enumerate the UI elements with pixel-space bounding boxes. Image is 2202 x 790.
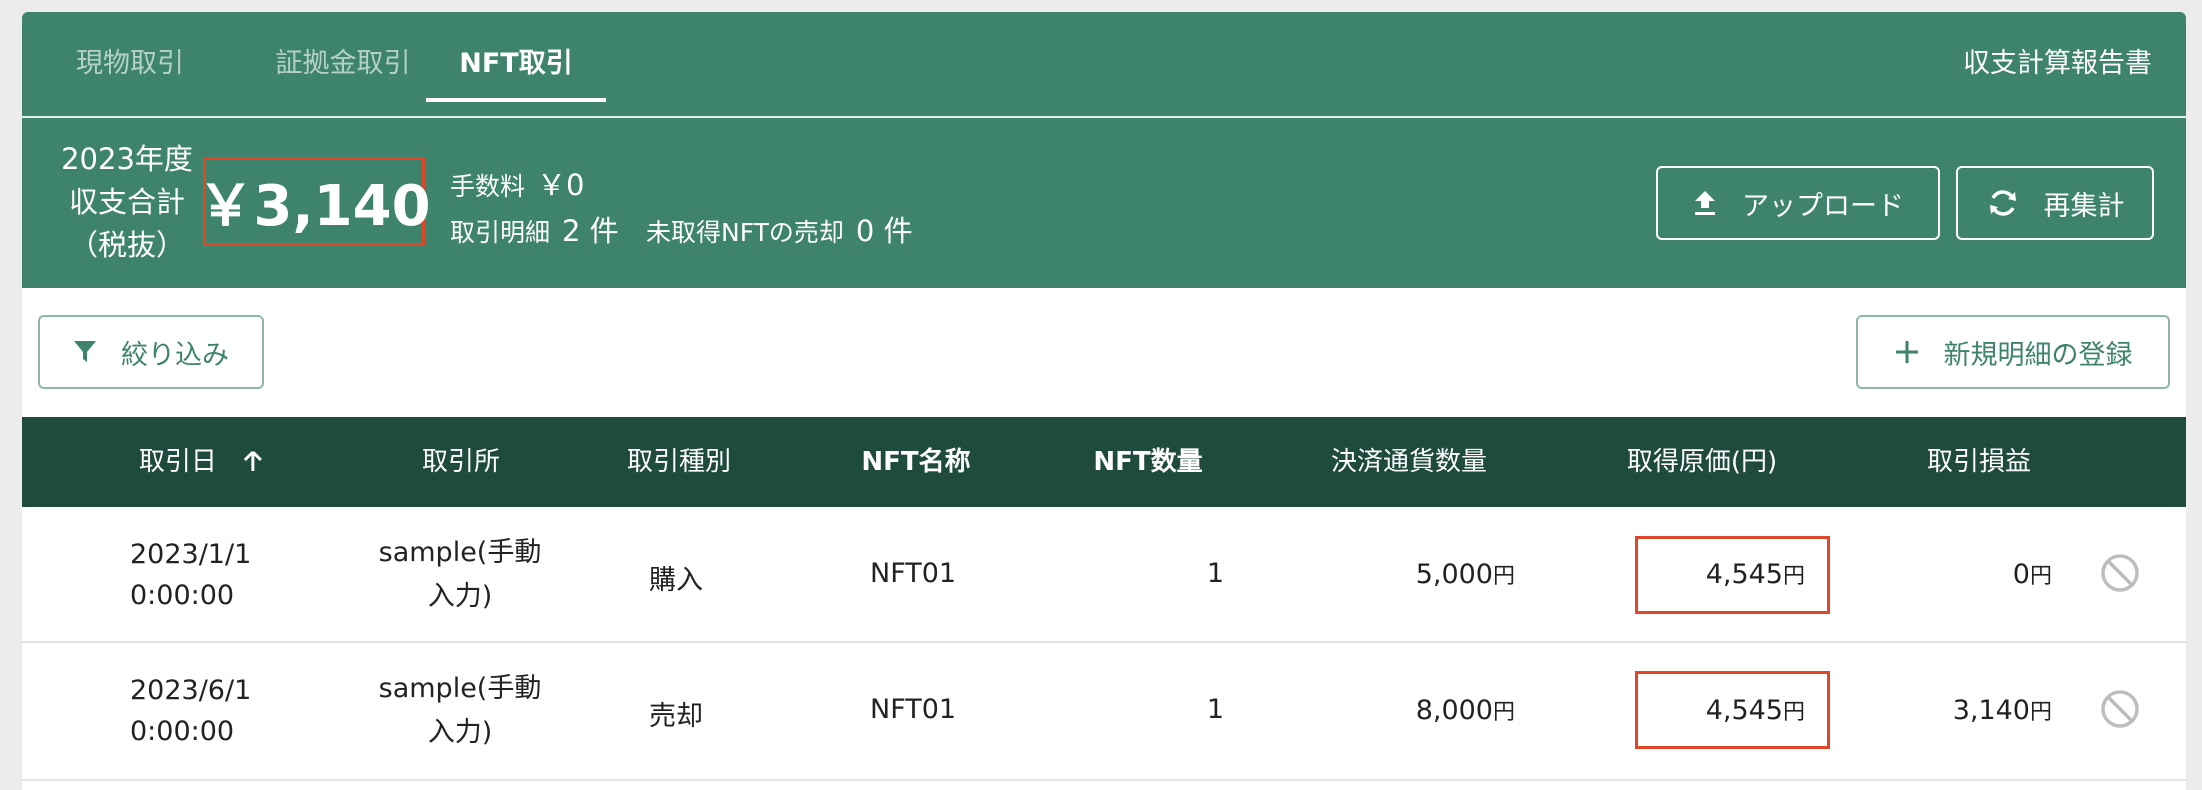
- table-header: 取引日 取引所 取引種別 NFT名称 NFT数量 決済通貨数量 取得原価(円) …: [22, 417, 2186, 507]
- column-header-settlement: 決済通貨数量: [1330, 447, 1488, 477]
- table-row[interactable]: 2023/6/1 0:00:00 sample(手動 入力) 売却 NFT01 …: [22, 645, 2186, 781]
- type-cell: 購入: [649, 565, 703, 596]
- exchange-line: sample(手動: [378, 537, 542, 568]
- unacquired-value: 0 件: [855, 214, 913, 248]
- date-cell: 2023/6/1 0:00:00: [130, 670, 251, 752]
- details-info: 取引明細 2 件: [450, 208, 619, 250]
- pnl-cell: 0円: [2013, 558, 2052, 590]
- tab-bar: 現物取引 証拠金取引 NFT取引 収支計算報告書: [22, 12, 2186, 118]
- pnl-cell: 3,140円: [1953, 694, 2052, 726]
- summary-bar: 2023年度 収支合計 （税抜） ￥3,140 手数料 ￥0 取引明細 2 件 未取…: [22, 118, 2186, 288]
- time-line: 0:00:00: [130, 580, 235, 611]
- yen-unit: 円: [2029, 700, 2052, 725]
- cost-value: 4,545: [1705, 559, 1783, 590]
- tab-margin[interactable]: 証拠金取引: [250, 12, 436, 116]
- refresh-icon: [1989, 190, 2016, 216]
- ban-icon[interactable]: [2100, 553, 2140, 593]
- unacquired-label: 未取得NFTの売却: [646, 218, 844, 247]
- column-header-label: 取引日: [138, 447, 217, 477]
- recalc-label: 再集計: [2043, 190, 2125, 222]
- tab-nft[interactable]: NFT取引: [426, 12, 606, 116]
- nft-name-cell: NFT01: [870, 694, 957, 725]
- fee-label: 手数料: [450, 172, 526, 201]
- time-line: 0:00:00: [130, 716, 235, 747]
- total-amount: ￥3,140: [197, 157, 431, 246]
- nft-qty-cell: 1: [1206, 694, 1224, 725]
- settlement-value: 5,000: [1415, 559, 1493, 590]
- column-header-pnl: 取引損益: [1926, 447, 2032, 477]
- pnl-value: 0: [2012, 559, 2030, 590]
- recalc-button[interactable]: 再集計: [1956, 166, 2154, 240]
- fiscal-year-line: 2023年度: [61, 142, 193, 176]
- date-cell: 2023/1/1 0:00:00: [130, 534, 251, 616]
- settlement-cell: 8,000円: [1416, 694, 1515, 726]
- column-header-nft-qty: NFT数量: [1093, 447, 1203, 477]
- filter-label: 絞り込み: [121, 339, 229, 371]
- exchange-line: 入力): [427, 581, 493, 612]
- yen-unit: 円: [1782, 700, 1805, 725]
- fiscal-year-label: 2023年度 収支合計 （税抜）: [52, 138, 202, 267]
- upload-label: アップロード: [1742, 190, 1904, 222]
- column-header-type: 取引種別: [626, 447, 732, 477]
- cost-cell: 4,545円: [1706, 558, 1805, 590]
- cost-value: 4,545: [1705, 695, 1783, 726]
- fiscal-year-line: 収支合計: [68, 185, 185, 219]
- exchange-cell: sample(手動 入力): [375, 667, 545, 755]
- arrow-up-icon: [244, 450, 263, 471]
- column-header-nft-name: NFT名称: [861, 447, 971, 477]
- cost-cell: 4,545円: [1706, 694, 1805, 726]
- pnl-value: 3,140: [1952, 695, 2030, 726]
- nft-name-cell: NFT01: [870, 558, 957, 589]
- fiscal-year-line: （税抜）: [68, 228, 185, 262]
- new-entry-button[interactable]: 新規明細の登録: [1856, 315, 2170, 389]
- exchange-line: sample(手動: [378, 673, 542, 704]
- tab-spot[interactable]: 現物取引: [50, 12, 210, 116]
- date-line: 2023/1/1: [130, 539, 252, 570]
- column-header-date[interactable]: 取引日: [139, 417, 265, 507]
- column-header-cost: 取得原価(円): [1626, 447, 1778, 477]
- report-link[interactable]: 収支計算報告書: [1963, 12, 2152, 116]
- fee-value: ￥0: [537, 168, 585, 202]
- details-value: 2 件: [562, 214, 619, 248]
- yen-unit: 円: [2029, 564, 2052, 589]
- exchange-cell: sample(手動 入力): [375, 531, 545, 619]
- settlement-cell: 5,000円: [1416, 558, 1515, 590]
- filter-icon: [74, 341, 96, 362]
- ban-icon[interactable]: [2100, 689, 2140, 729]
- unacquired-info: 未取得NFTの売却 0 件: [646, 208, 913, 250]
- nft-transactions-panel: 現物取引 証拠金取引 NFT取引 収支計算報告書 2023年度 収支合計 （税抜…: [22, 12, 2186, 790]
- nft-qty-cell: 1: [1206, 558, 1224, 589]
- details-label: 取引明細: [450, 218, 551, 247]
- new-entry-label: 新規明細の登録: [1943, 339, 2133, 371]
- table-row[interactable]: 2023/1/1 0:00:00 sample(手動 入力) 購入 NFT01 …: [22, 507, 2186, 643]
- filter-button[interactable]: 絞り込み: [38, 315, 264, 389]
- upload-icon: [1695, 191, 1715, 215]
- upload-button[interactable]: アップロード: [1656, 166, 1940, 240]
- yen-unit: 円: [1492, 700, 1515, 725]
- column-header-exchange: 取引所: [421, 447, 501, 477]
- exchange-line: 入力): [427, 717, 493, 748]
- settlement-value: 8,000: [1415, 695, 1493, 726]
- type-cell: 売却: [649, 701, 703, 732]
- yen-unit: 円: [1782, 564, 1805, 589]
- plus-icon: [1895, 341, 1918, 363]
- date-line: 2023/6/1: [130, 675, 252, 706]
- yen-unit: 円: [1492, 564, 1515, 589]
- fee-info: 手数料 ￥0: [450, 162, 584, 204]
